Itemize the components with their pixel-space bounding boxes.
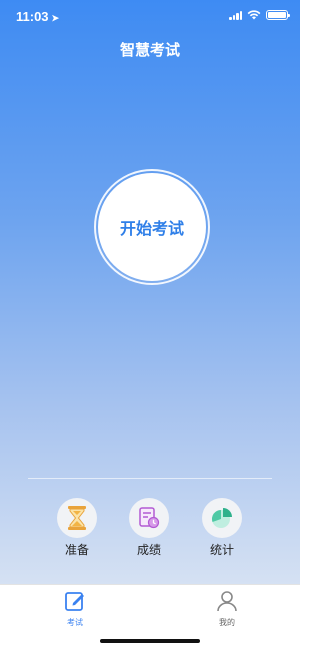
start-exam-label: 开始考试	[119, 219, 184, 238]
wifi-icon	[247, 10, 261, 20]
report-icon	[139, 507, 160, 529]
page-title: 智慧考试	[119, 41, 180, 59]
feature-score-label: 成绩	[136, 543, 161, 557]
feature-prepare[interactable]: 准备	[47, 498, 107, 558]
tab-mine[interactable]: 我的	[197, 590, 257, 628]
feature-prepare-label: 准备	[64, 543, 89, 557]
feature-statistics-circle	[202, 498, 242, 538]
feature-score-circle	[129, 498, 169, 538]
start-exam-button[interactable]: 开始考试	[98, 173, 206, 281]
feature-prepare-circle	[57, 498, 97, 538]
feature-score[interactable]: 成绩	[119, 498, 179, 558]
location-arrow-icon: ➤	[51, 13, 60, 23]
app-screen: 11:03 ➤ 智慧考试 开始考试 准备 成绩 统计	[0, 0, 300, 584]
tab-exam-label: 考试	[67, 618, 83, 627]
edit-icon	[65, 592, 84, 611]
feature-statistics-label: 统计	[209, 543, 234, 557]
status-icons	[229, 10, 290, 20]
feature-statistics[interactable]: 统计	[192, 498, 252, 558]
pie-chart-icon	[211, 508, 232, 528]
cellular-signal-icon	[229, 10, 242, 20]
battery-icon	[266, 10, 290, 20]
tab-exam[interactable]: 考试	[45, 590, 105, 628]
divider	[28, 478, 272, 479]
hourglass-icon	[68, 506, 86, 530]
status-time-text: 11:03	[16, 9, 49, 24]
status-bar: 11:03 ➤	[0, 0, 300, 34]
tab-bar: 考试 我的	[0, 584, 300, 649]
tab-mine-label: 我的	[219, 618, 235, 627]
status-time: 11:03 ➤	[16, 9, 59, 24]
home-indicator	[100, 639, 200, 643]
user-icon	[217, 591, 237, 612]
